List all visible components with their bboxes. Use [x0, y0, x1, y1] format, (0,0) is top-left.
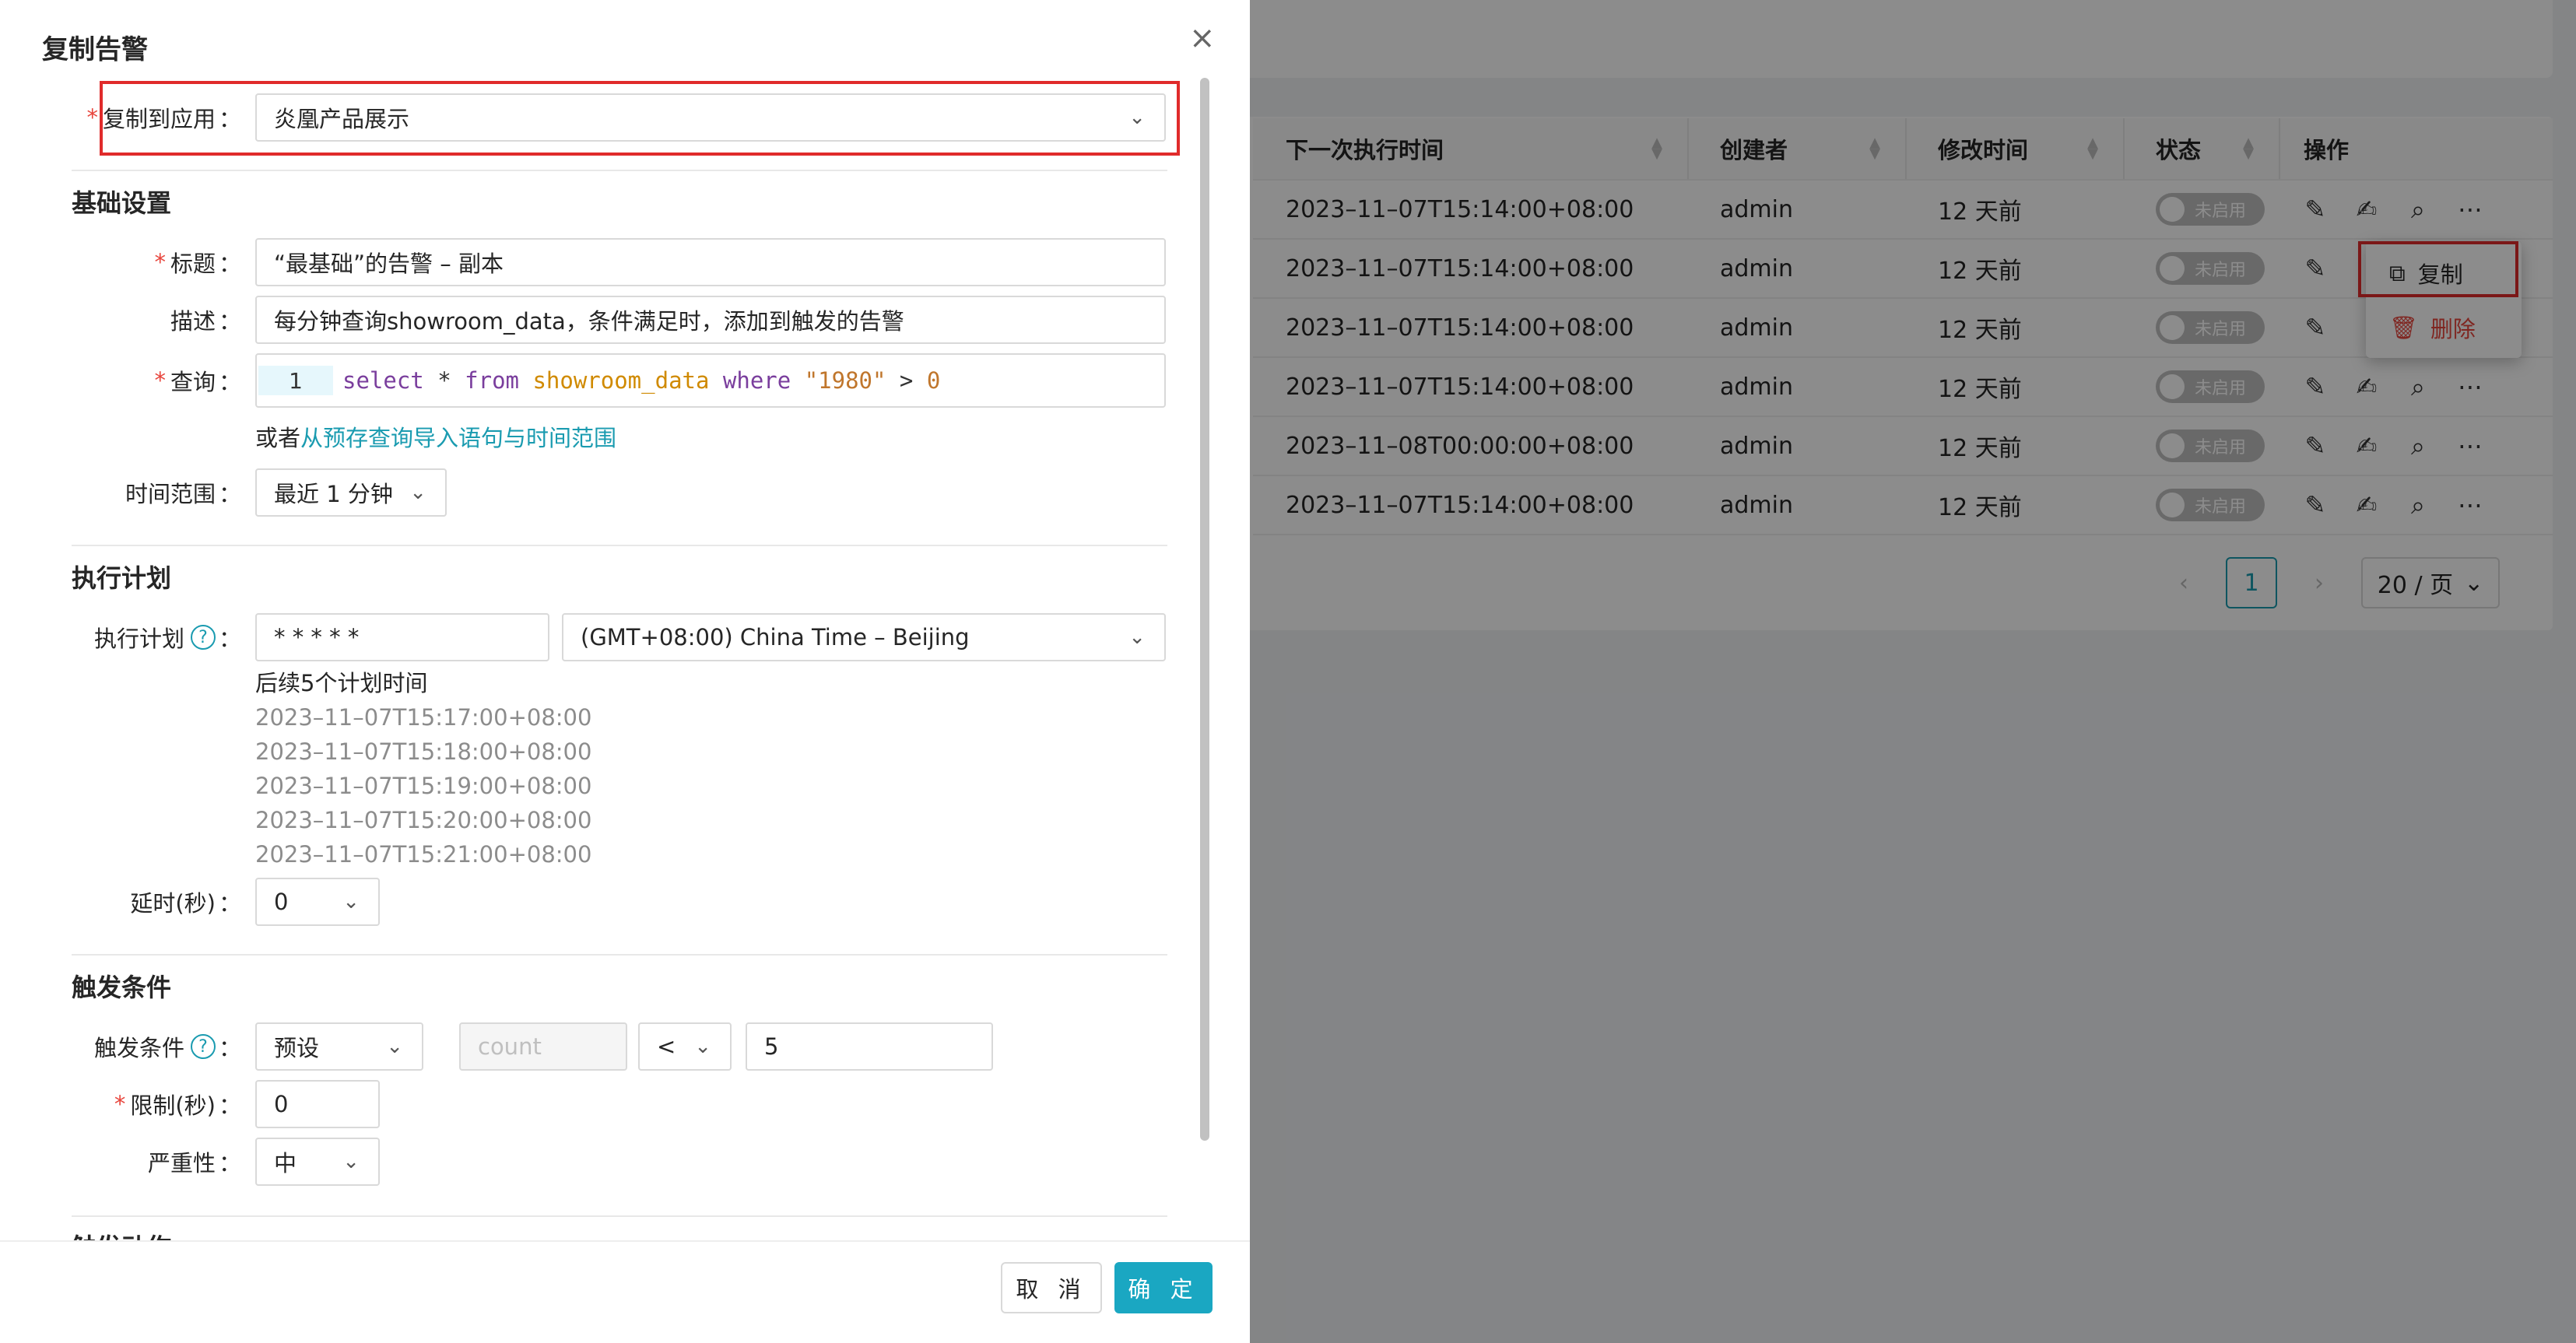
delay-select[interactable]: 0 ⌄ [255, 878, 380, 926]
close-icon[interactable]: × [1189, 20, 1216, 56]
line-number: 1 [258, 366, 333, 395]
next-time-item: 2023–11–07T15:20:00+08:00 [255, 807, 592, 833]
chevron-down-icon: ⌄ [342, 890, 360, 913]
severity-select[interactable]: 中 ⌄ [255, 1138, 380, 1186]
threshold-input[interactable]: 5 [746, 1022, 993, 1071]
divider [72, 954, 1167, 956]
chevron-down-icon: ⌄ [386, 1035, 403, 1058]
confirm-button[interactable]: 确 定 [1114, 1262, 1213, 1313]
help-icon[interactable]: ? [190, 625, 216, 650]
operator-select[interactable]: < ⌄ [638, 1022, 732, 1071]
help-icon[interactable]: ? [190, 1034, 216, 1059]
drawer-form: * 复制到应用： 炎凰产品展示 ⌄ 基础设置 * 标题： “最基础”的告警 – 副本… [0, 75, 1199, 1240]
section-action-title: 触发动作 [72, 1228, 171, 1240]
timezone-select[interactable]: (GMT+08:00) China Time – Beijing ⌄ [562, 613, 1166, 661]
trigger-mode-select[interactable]: 预设 ⌄ [255, 1022, 423, 1071]
next-time-item: 2023–11–07T15:21:00+08:00 [255, 841, 592, 868]
chevron-down-icon: ⌄ [1128, 626, 1146, 649]
next-time-item: 2023–11–07T15:18:00+08:00 [255, 738, 592, 765]
scrollbar[interactable] [1200, 78, 1209, 1141]
chevron-down-icon: ⌄ [342, 1150, 360, 1173]
highlight-box-target-app [100, 81, 1180, 156]
next-times-title: 后续5个计划时间 [255, 670, 428, 696]
drawer-title: 复制告警 [42, 34, 148, 65]
query-editor[interactable]: 1 select * from showroom_data where "198… [255, 353, 1166, 408]
cancel-button[interactable]: 取 消 [1001, 1262, 1102, 1313]
section-trigger-title: 触发条件 [72, 973, 172, 1002]
divider [72, 170, 1167, 171]
drawer-footer: 取 消 确 定 [0, 1240, 1250, 1343]
divider [72, 545, 1167, 546]
import-saved-query-link[interactable]: 从预存查询导入语句与时间范围 [300, 420, 616, 453]
trigger-field-input[interactable]: count [459, 1022, 627, 1071]
next-time-item: 2023–11–07T15:19:00+08:00 [255, 773, 592, 799]
cron-input[interactable]: * * * * * [255, 613, 549, 661]
chevron-down-icon: ⌄ [409, 481, 426, 504]
divider [72, 1215, 1167, 1217]
limit-input[interactable]: 0 [255, 1080, 380, 1128]
chevron-down-icon: ⌄ [694, 1035, 711, 1058]
time-range-select[interactable]: 最近 1 分钟 ⌄ [255, 468, 447, 517]
section-schedule-title: 执行计划 [72, 563, 172, 593]
query-code[interactable]: select * from showroom_data where "1980"… [342, 367, 940, 394]
section-basic-title: 基础设置 [72, 188, 172, 218]
title-input[interactable]: “最基础”的告警 – 副本 [255, 238, 1166, 286]
next-time-item: 2023–11–07T15:17:00+08:00 [255, 704, 592, 731]
copy-alert-drawer: 复制告警 × * 复制到应用： 炎凰产品展示 ⌄ 基础设置 * 标题： “最基础”的… [0, 0, 1250, 1343]
description-input[interactable]: 每分钟查询showroom_data，条件满足时，添加到触发的告警 [255, 296, 1166, 344]
